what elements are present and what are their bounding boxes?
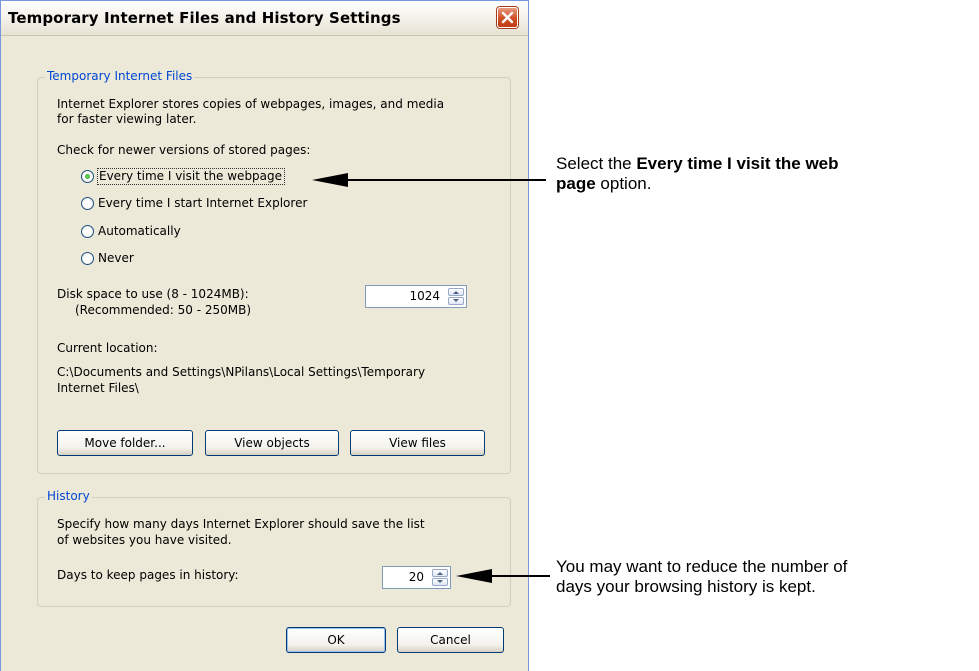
- close-button[interactable]: [497, 7, 518, 28]
- days-spinner-buttons[interactable]: [432, 569, 448, 586]
- annotation-line-1: You may want to reduce the number of: [556, 557, 848, 576]
- temp-files-group: [37, 77, 511, 474]
- temp-files-legend: Temporary Internet Files: [45, 69, 195, 83]
- history-group: [37, 497, 511, 607]
- move-folder-button[interactable]: Move folder...: [57, 430, 193, 456]
- radio-automatically-label[interactable]: Automatically: [98, 224, 181, 239]
- days-to-keep-label: Days to keep pages in history:: [57, 568, 239, 582]
- settings-dialog: Temporary Internet Files and History Set…: [0, 0, 529, 671]
- dialog-title: Temporary Internet Files and History Set…: [8, 9, 401, 27]
- annotation-bold-text: Every time I visit the web: [636, 154, 839, 173]
- close-x-icon: [501, 11, 514, 24]
- disk-space-value: 1024: [409, 289, 440, 303]
- days-spinner[interactable]: 20: [382, 566, 451, 589]
- annotation-reduce-history: You may want to reduce the number of day…: [556, 557, 976, 597]
- current-location-path-1: C:\Documents and Settings\NPilans\Local …: [57, 365, 426, 379]
- radio-every-start-label[interactable]: Every time I start Internet Explorer: [98, 196, 307, 211]
- cancel-button[interactable]: Cancel: [397, 627, 504, 653]
- spin-down-icon[interactable]: [448, 297, 464, 305]
- radio-never[interactable]: [81, 252, 94, 265]
- days-value: 20: [408, 570, 424, 584]
- annotation-select-option: Select the Every time I visit the web pa…: [556, 154, 974, 194]
- disk-space-spinner[interactable]: 1024: [365, 285, 467, 308]
- current-location-path-2: Internet Files\: [57, 381, 139, 395]
- radio-automatically[interactable]: [81, 225, 94, 238]
- radio-never-label[interactable]: Never: [98, 251, 134, 266]
- radio-every-visit[interactable]: [81, 170, 94, 183]
- radio-every-start[interactable]: [81, 197, 94, 210]
- temp-files-description-1: Internet Explorer stores copies of webpa…: [57, 97, 445, 111]
- radio-every-visit-label[interactable]: Every time I visit the webpage: [96, 168, 286, 185]
- history-description-1: Specify how many days Internet Explorer …: [57, 517, 425, 531]
- annotation-bold-text: page: [556, 174, 596, 193]
- check-newer-label: Check for newer versions of stored pages…: [57, 143, 311, 157]
- current-location-label: Current location:: [57, 341, 158, 355]
- spin-down-icon[interactable]: [432, 578, 448, 586]
- radio-selected-dot: [85, 174, 90, 179]
- view-files-button[interactable]: View files: [350, 430, 485, 456]
- spin-up-icon[interactable]: [432, 569, 448, 577]
- history-legend: History: [45, 489, 92, 503]
- arrow-to-radio-icon: [312, 173, 546, 187]
- spin-up-icon[interactable]: [448, 288, 464, 296]
- spinner-buttons[interactable]: [448, 288, 464, 305]
- title-bar: Temporary Internet Files and History Set…: [1, 1, 528, 36]
- disk-space-recommended: (Recommended: 50 - 250MB): [75, 303, 252, 317]
- view-objects-button[interactable]: View objects: [205, 430, 339, 456]
- disk-space-label: Disk space to use (8 - 1024MB):: [57, 287, 249, 301]
- arrow-to-days-icon: [456, 569, 550, 583]
- ok-button[interactable]: OK: [286, 627, 386, 653]
- annotation-text: option.: [595, 174, 652, 193]
- annotation-line-2: days your browsing history is kept.: [556, 577, 816, 596]
- temp-files-description-2: for faster viewing later.: [57, 112, 197, 126]
- annotation-text: Select the: [556, 154, 637, 173]
- history-description-2: of websites you have visited.: [57, 533, 232, 547]
